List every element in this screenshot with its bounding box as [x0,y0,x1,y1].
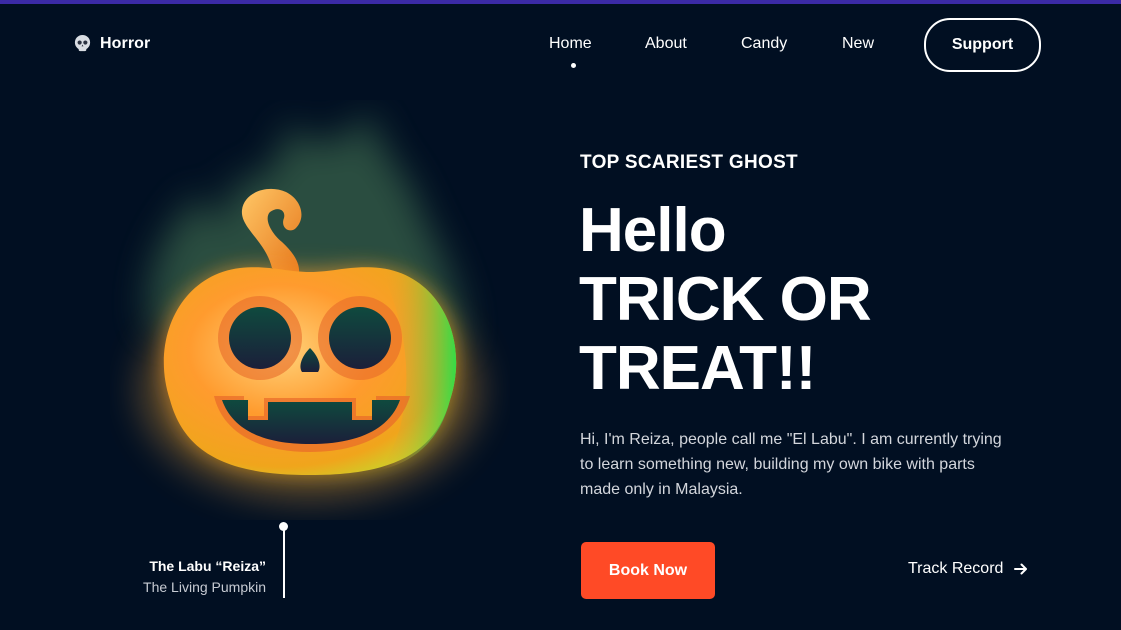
caption-divider-line [283,528,285,598]
nav-candy[interactable]: Candy [741,35,787,53]
brand-name: Horror [100,34,151,52]
track-record-link[interactable]: Track Record [908,560,1029,578]
hero-description: Hi, I'm Reiza, people call me "El Labu".… [580,431,1002,498]
track-record-label: Track Record [908,560,1004,577]
hero-headline: Hello TRICK OR TREAT!! [579,196,872,403]
hero-eyebrow: TOP SCARIEST GHOST [580,152,798,173]
skull-icon [74,34,91,52]
book-now-button[interactable]: Book Now [581,542,715,599]
brand-logo[interactable]: Horror [73,34,150,53]
arrow-right-icon [1014,563,1028,575]
character-subtitle: The Living Pumpkin [143,579,266,595]
headline-line-1: Hello [579,196,727,265]
headline-line-3: TREAT!! [579,334,816,403]
nav-home[interactable]: Home [549,35,592,53]
character-caption: The Labu “Reiza” The Living Pumpkin [100,558,266,595]
nav-about[interactable]: About [645,35,687,53]
nav-new[interactable]: New [842,35,874,53]
nav-active-indicator [571,63,576,68]
support-button[interactable]: Support [924,18,1041,72]
pumpkin-illustration [140,110,480,500]
top-accent-line [0,0,1121,4]
character-name: The Labu “Reiza” [149,558,266,574]
headline-line-2: TRICK OR [579,265,872,334]
